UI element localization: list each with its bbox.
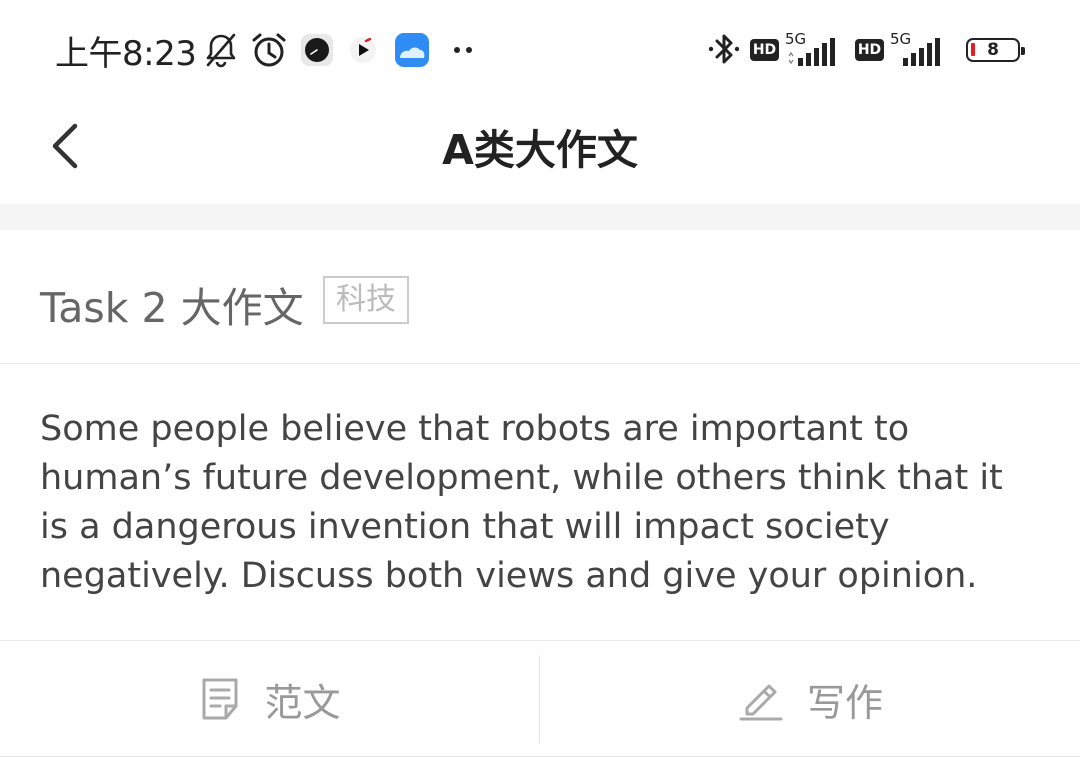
- task-header: Task 2 大作文 科技: [0, 230, 1080, 364]
- signal-5g-icon: 5G: [785, 30, 847, 68]
- task-title: Task 2 大作文: [40, 284, 304, 332]
- bell-off-icon: [204, 32, 238, 68]
- note-icon: [202, 678, 238, 720]
- page-title: A类大作文: [442, 126, 638, 174]
- app-cloud-icon: [394, 32, 430, 68]
- essay-prompt: Some people believe that robots are impo…: [40, 409, 1003, 596]
- bottom-action-bar: 范文 写作: [0, 640, 1080, 757]
- app-clock-icon: [300, 33, 334, 67]
- sample-essay-label: 范文: [264, 680, 341, 725]
- write-label: 写作: [806, 680, 883, 725]
- alarm-icon: [250, 31, 288, 69]
- bluetooth-icon: [706, 30, 742, 70]
- status-time: 上午8:23: [55, 33, 197, 74]
- hd-badge: HD: [855, 39, 884, 61]
- nav-bar: A类大作文: [0, 100, 1080, 204]
- battery-percent: 8: [987, 40, 999, 60]
- status-left: 上午8:23: [55, 28, 476, 74]
- battery-icon: 8: [966, 38, 1025, 62]
- screen: 上午8:23 HD 5G HD 5G 8 A类大作文 Task 2 大作文 科技…: [0, 0, 1080, 757]
- signal-5g-icon: 5G: [890, 30, 952, 68]
- hd-badge: HD: [750, 39, 779, 61]
- status-right: HD 5G HD 5G 8: [706, 28, 1025, 72]
- more-dots-icon: [452, 45, 476, 55]
- pencil-icon: [739, 684, 783, 721]
- topic-tag: 科技: [323, 276, 409, 324]
- section-separator: [0, 204, 1080, 230]
- status-bar: 上午8:23 HD 5G HD 5G 8: [0, 0, 1080, 100]
- sample-essay-button[interactable]: 范文: [0, 641, 539, 757]
- app-video-icon: [348, 35, 378, 65]
- write-button[interactable]: 写作: [540, 641, 1080, 757]
- battery-level: [971, 43, 975, 56]
